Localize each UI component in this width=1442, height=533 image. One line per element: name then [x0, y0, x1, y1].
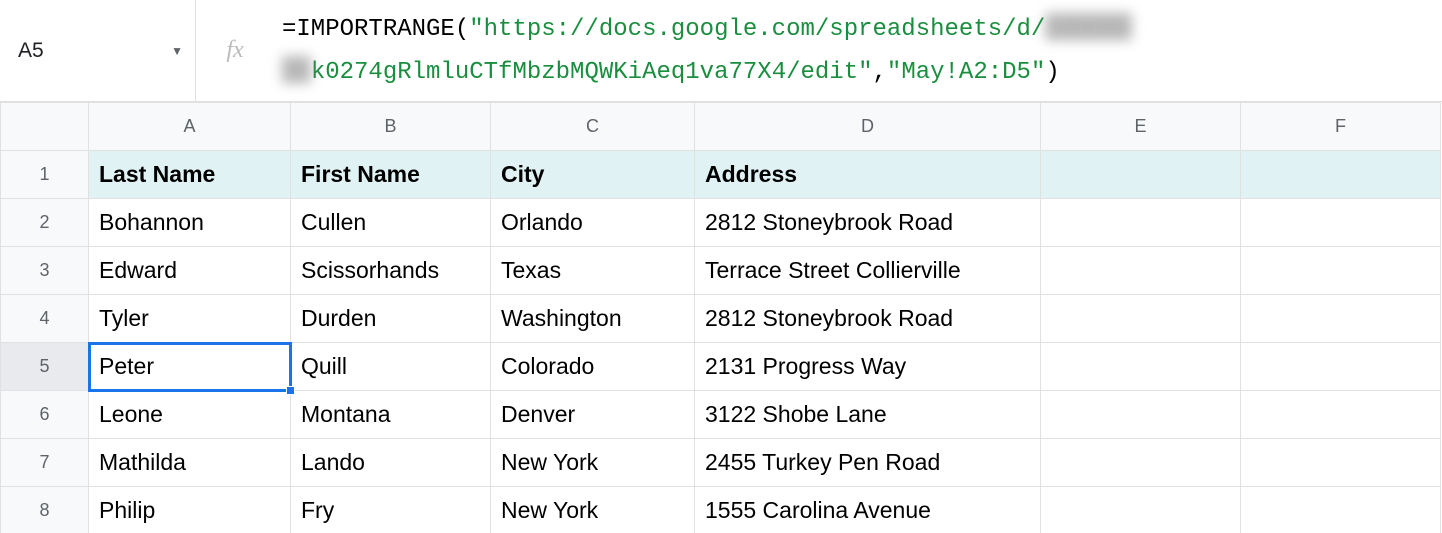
cell-d8[interactable]: 1555 Carolina Avenue	[695, 487, 1041, 533]
formula-input[interactable]: =IMPORTRANGE("https://docs.google.com/sp…	[274, 0, 1442, 101]
cell-a4[interactable]: Tyler	[89, 295, 291, 343]
cell-b1[interactable]: First Name	[291, 151, 491, 199]
spreadsheet-grid: A B C D E F 1 Last Name First Name City …	[0, 102, 1441, 533]
col-header-e[interactable]: E	[1041, 103, 1241, 151]
cell-f2[interactable]	[1241, 199, 1441, 247]
selection-handle[interactable]	[286, 386, 295, 395]
col-header-a[interactable]: A	[89, 103, 291, 151]
cell-e6[interactable]	[1041, 391, 1241, 439]
cell-b8[interactable]: Fry	[291, 487, 491, 533]
cell-e7[interactable]	[1041, 439, 1241, 487]
cell-a5[interactable]: Peter	[89, 343, 291, 391]
cell-c7[interactable]: New York	[491, 439, 695, 487]
cell-b2[interactable]: Cullen	[291, 199, 491, 247]
cell-f1[interactable]	[1241, 151, 1441, 199]
cell-e4[interactable]	[1041, 295, 1241, 343]
cell-e3[interactable]	[1041, 247, 1241, 295]
formula-sep: ,	[873, 58, 887, 85]
cell-b4[interactable]: Durden	[291, 295, 491, 343]
cell-b5[interactable]: Quill	[291, 343, 491, 391]
formula-blur-2: ██	[282, 51, 311, 92]
formula-bar: A5 ▼ fx =IMPORTRANGE("https://docs.googl…	[0, 0, 1442, 102]
cell-c5[interactable]: Colorado	[491, 343, 695, 391]
cell-a7[interactable]: Mathilda	[89, 439, 291, 487]
cell-a2[interactable]: Bohannon	[89, 199, 291, 247]
cell-d4[interactable]: 2812 Stoneybrook Road	[695, 295, 1041, 343]
row-header-7[interactable]: 7	[1, 439, 89, 487]
cell-a5-value: Peter	[99, 353, 154, 379]
row-header-3[interactable]: 3	[1, 247, 89, 295]
cell-reference-text: A5	[18, 39, 171, 63]
cell-b6[interactable]: Montana	[291, 391, 491, 439]
cell-a6[interactable]: Leone	[89, 391, 291, 439]
cell-e2[interactable]	[1041, 199, 1241, 247]
cell-d7[interactable]: 2455 Turkey Pen Road	[695, 439, 1041, 487]
formula-arg1-part2: k0274gRlmluCTfMbzbMQWKiAeq1va77X4/edit"	[311, 58, 873, 85]
formula-blur-1: ██████	[1045, 8, 1131, 49]
cell-b7[interactable]: Lando	[291, 439, 491, 487]
row-header-5[interactable]: 5	[1, 343, 89, 391]
formula-fn: =IMPORTRANGE(	[282, 16, 469, 43]
cell-b3[interactable]: Scissorhands	[291, 247, 491, 295]
cell-e5[interactable]	[1041, 343, 1241, 391]
cell-c1[interactable]: City	[491, 151, 695, 199]
select-all-corner[interactable]	[1, 103, 89, 151]
cell-f4[interactable]	[1241, 295, 1441, 343]
cell-d5[interactable]: 2131 Progress Way	[695, 343, 1041, 391]
cell-f5[interactable]	[1241, 343, 1441, 391]
row-header-2[interactable]: 2	[1, 199, 89, 247]
cell-c3[interactable]: Texas	[491, 247, 695, 295]
cell-d2[interactable]: 2812 Stoneybrook Road	[695, 199, 1041, 247]
cell-reference-box[interactable]: A5 ▼	[0, 0, 196, 101]
cell-c4[interactable]: Washington	[491, 295, 695, 343]
formula-arg1-part1: "https://docs.google.com/spreadsheets/d/	[469, 16, 1045, 43]
cell-c6[interactable]: Denver	[491, 391, 695, 439]
col-header-f[interactable]: F	[1241, 103, 1441, 151]
row-header-8[interactable]: 8	[1, 487, 89, 533]
cell-d1[interactable]: Address	[695, 151, 1041, 199]
row-header-1[interactable]: 1	[1, 151, 89, 199]
cell-c8[interactable]: New York	[491, 487, 695, 533]
cell-a3[interactable]: Edward	[89, 247, 291, 295]
row-header-6[interactable]: 6	[1, 391, 89, 439]
col-header-d[interactable]: D	[695, 103, 1041, 151]
cell-f8[interactable]	[1241, 487, 1441, 533]
cell-a8[interactable]: Philip	[89, 487, 291, 533]
fx-label: fx	[196, 0, 274, 101]
cell-d6[interactable]: 3122 Shobe Lane	[695, 391, 1041, 439]
col-header-c[interactable]: C	[491, 103, 695, 151]
cell-e1[interactable]	[1041, 151, 1241, 199]
cell-f7[interactable]	[1241, 439, 1441, 487]
formula-arg2: "May!A2:D5"	[887, 58, 1045, 85]
cell-c2[interactable]: Orlando	[491, 199, 695, 247]
cell-d3[interactable]: Terrace Street Collierville	[695, 247, 1041, 295]
formula-suffix: )	[1045, 58, 1059, 85]
cell-a1[interactable]: Last Name	[89, 151, 291, 199]
row-header-4[interactable]: 4	[1, 295, 89, 343]
cell-reference-dropdown-icon[interactable]: ▼	[171, 44, 183, 58]
cell-f6[interactable]	[1241, 391, 1441, 439]
col-header-b[interactable]: B	[291, 103, 491, 151]
cell-f3[interactable]	[1241, 247, 1441, 295]
cell-e8[interactable]	[1041, 487, 1241, 533]
